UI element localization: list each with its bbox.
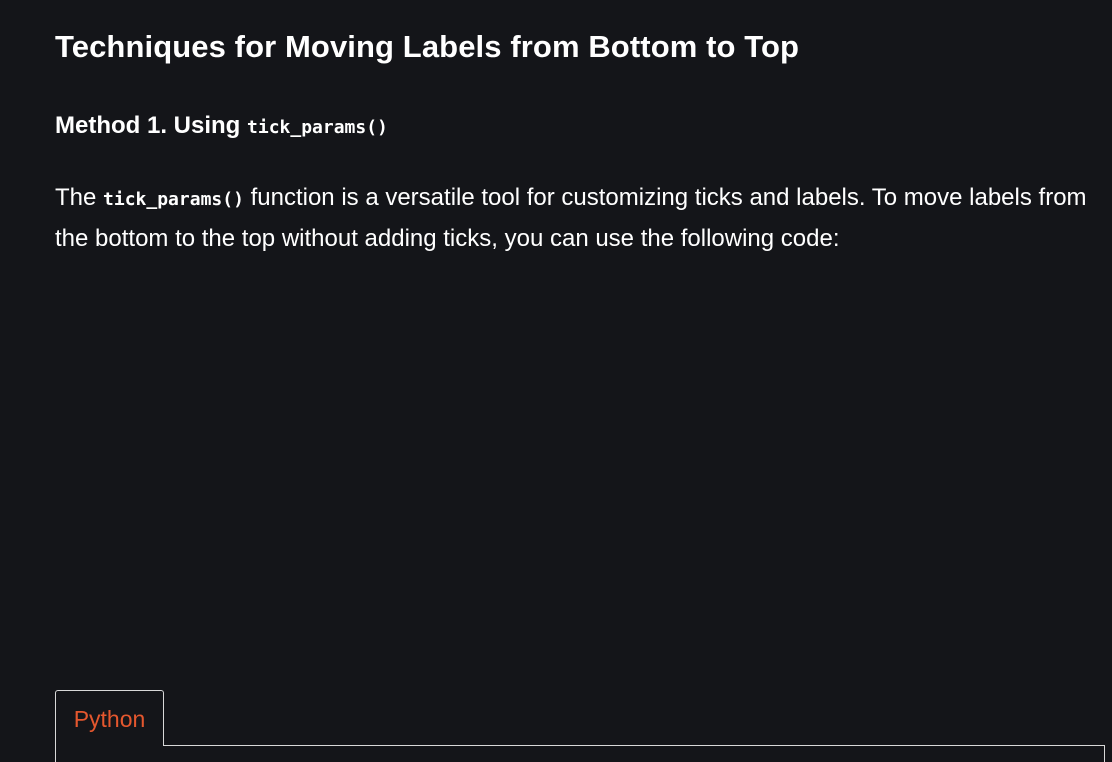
tab-python[interactable]: Python	[55, 690, 164, 746]
intro-paragraph: The tick_params() function is a versatil…	[55, 178, 1095, 258]
section-heading-text: Method 1. Using	[55, 112, 241, 139]
inline-code: tick_params()	[247, 117, 388, 138]
intro-text-start: The	[55, 184, 97, 211]
page-title: Techniques for Moving Labels from Bottom…	[55, 29, 800, 64]
code-panel	[55, 745, 1105, 762]
inline-code: tick_params()	[103, 189, 244, 210]
code-block: Python	[55, 690, 1105, 762]
section-heading: Method 1. Using tick_params()	[55, 110, 388, 144]
